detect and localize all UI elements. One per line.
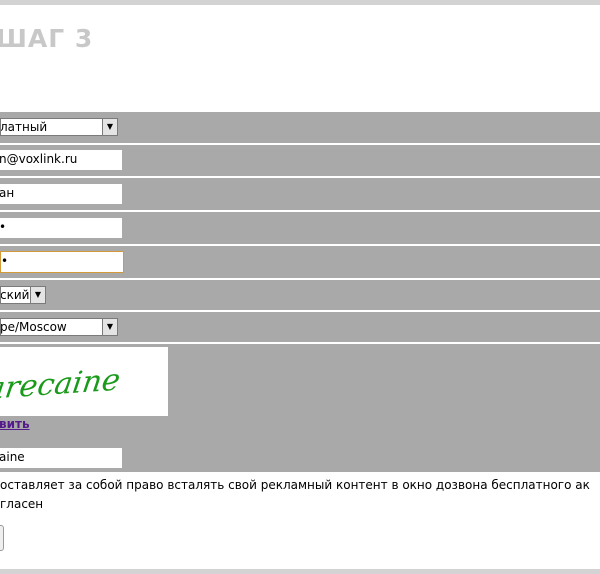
submit-button[interactable] bbox=[0, 525, 4, 551]
form-row-password: • bbox=[0, 212, 600, 244]
top-border bbox=[0, 0, 600, 5]
password-confirm-field[interactable]: • bbox=[0, 251, 124, 273]
chevron-down-icon[interactable]: ▼ bbox=[30, 287, 45, 303]
form-row-password-confirm: • bbox=[0, 246, 600, 278]
page-title: ШАГ 3 bbox=[0, 24, 94, 53]
form-row-tariff: латный ▼ bbox=[0, 112, 600, 143]
agree-label: гласен bbox=[0, 497, 44, 511]
ad-notice-line-1: оставляет за собой право всталять свой р… bbox=[0, 478, 590, 492]
captcha-image: arecaine bbox=[0, 347, 168, 416]
form-row-language: ский ▼ bbox=[0, 280, 600, 310]
language-select-value: ский bbox=[0, 288, 30, 302]
bottom-border bbox=[0, 569, 600, 574]
captcha-text: arecaine bbox=[0, 363, 122, 407]
form-row-email: n@voxlink.ru bbox=[0, 145, 600, 176]
form-row-name: ан bbox=[0, 178, 600, 210]
chevron-down-icon[interactable]: ▼ bbox=[102, 119, 117, 135]
name-field[interactable]: ан bbox=[0, 184, 122, 204]
ad-notice: оставляет за собой право всталять свой р… bbox=[0, 476, 600, 514]
captcha-field[interactable]: aine bbox=[0, 448, 122, 468]
chevron-down-icon[interactable]: ▼ bbox=[102, 319, 117, 335]
form-row-timezone: pe/Moscow ▼ bbox=[0, 312, 600, 342]
language-select[interactable]: ский ▼ bbox=[0, 286, 46, 304]
timezone-select[interactable]: pe/Moscow ▼ bbox=[0, 318, 118, 336]
tariff-select-value: латный bbox=[0, 120, 48, 134]
password-field[interactable]: • bbox=[0, 218, 122, 238]
tariff-select[interactable]: латный ▼ bbox=[0, 118, 118, 136]
email-field[interactable]: n@voxlink.ru bbox=[0, 150, 122, 170]
captcha-refresh-link[interactable]: вить bbox=[0, 417, 30, 431]
timezone-select-value: pe/Moscow bbox=[0, 320, 67, 334]
